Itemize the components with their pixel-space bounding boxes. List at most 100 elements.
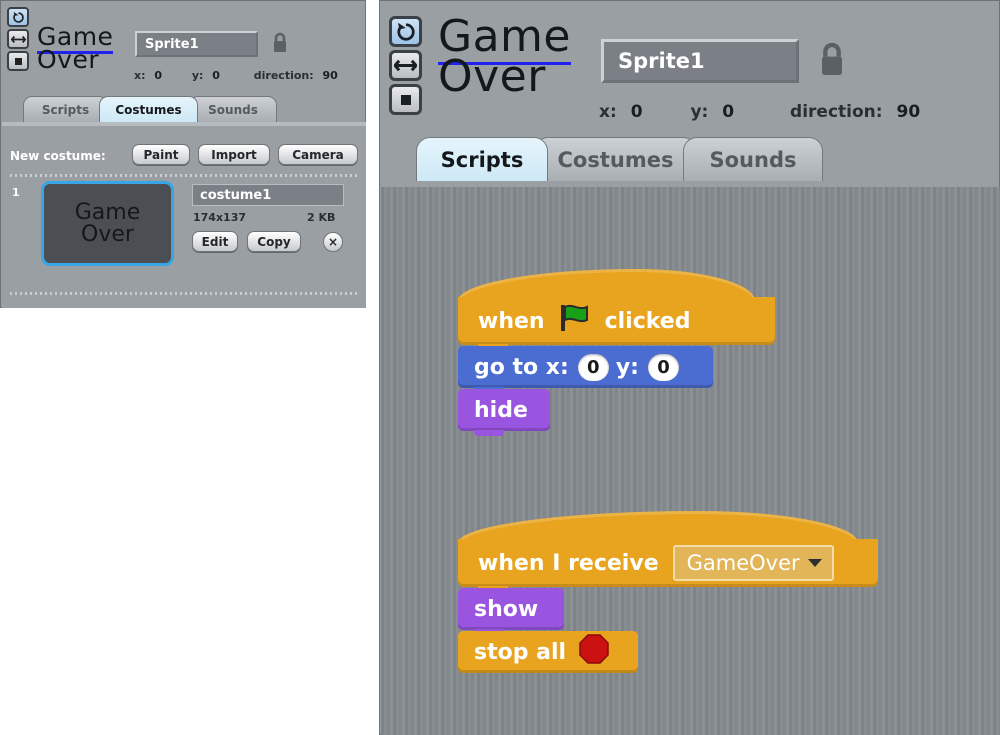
tab-sounds[interactable]: Sounds: [189, 96, 277, 122]
costume-edit-button[interactable]: Edit: [192, 231, 238, 252]
paint-button-label: Paint: [143, 147, 179, 162]
tab-scripts-label: Scripts: [41, 102, 90, 117]
costume-edit-label: Edit: [201, 234, 229, 249]
do-not-rotate-icon[interactable]: [7, 51, 29, 71]
block-label-stop-all: stop all: [474, 639, 567, 665]
block-when-i-receive[interactable]: when I receive GameOver: [458, 511, 878, 592]
costume-list-item[interactable]: 1 Game Over costume1 174x137 2 KB Edit C…: [2, 178, 366, 288]
left-y-value: 0: [212, 69, 220, 82]
block-label-y: y:: [615, 354, 639, 380]
lock-icon[interactable]: [271, 31, 289, 59]
message-dropdown[interactable]: GameOver: [672, 545, 834, 581]
block-label-when: when: [478, 308, 545, 334]
right-direction-value: 90: [896, 102, 921, 122]
costume-name-value: costume1: [200, 187, 272, 203]
left-sprite-name-value: Sprite1: [145, 36, 199, 52]
right-sprite-name-value: Sprite1: [618, 49, 705, 73]
separator-bottom: [10, 292, 358, 295]
close-icon: ×: [327, 235, 339, 249]
stop-sign-icon: [578, 633, 610, 671]
costume-index: 1: [12, 186, 20, 199]
left-rotation-style-group: [7, 7, 29, 71]
go-to-y-input[interactable]: 0: [647, 353, 679, 381]
green-flag-icon: [559, 303, 593, 339]
go-to-y-value: 0: [657, 356, 670, 378]
script-green-flag[interactable]: when clicked go to x: 0 y: 0 hide: [458, 269, 775, 436]
scripts-canvas[interactable]: when clicked go to x: 0 y: 0 hide when I…: [381, 187, 1000, 735]
flip-horizontal-icon[interactable]: [7, 29, 29, 49]
paint-button[interactable]: Paint: [132, 144, 190, 165]
left-tab-bar: Scripts Costumes Sounds: [23, 96, 277, 122]
tab-costumes[interactable]: Costumes: [99, 96, 198, 122]
left-direction-label: direction:: [253, 69, 314, 82]
lock-icon[interactable]: [817, 38, 847, 86]
block-label-go-to: go to x:: [474, 354, 569, 380]
block-label-when-i-receive: when I receive: [478, 550, 659, 576]
right-x-label: x:: [599, 102, 617, 122]
right-y-label: y:: [690, 102, 709, 122]
right-direction-label: direction:: [790, 102, 883, 122]
left-sprite-coords: x: 0 y: 0 direction: 90: [134, 69, 338, 82]
import-button-label: Import: [211, 147, 257, 162]
do-not-rotate-icon[interactable]: [389, 84, 422, 115]
hat-body: when I receive GameOver: [458, 539, 878, 587]
block-label-show: show: [474, 596, 539, 622]
go-to-x-value: 0: [587, 356, 600, 378]
costume-copy-label: Copy: [257, 234, 291, 249]
costume-dimensions: 174x137: [193, 211, 247, 224]
block-label-clicked: clicked: [604, 308, 691, 334]
left-direction-value: 90: [322, 69, 338, 82]
left-x-label: x:: [134, 69, 146, 82]
message-dropdown-value: GameOver: [686, 551, 800, 575]
left-sprite-name-field[interactable]: Sprite1: [135, 31, 258, 57]
separator-top: [10, 174, 358, 177]
tab-sounds[interactable]: Sounds: [683, 137, 823, 181]
block-go-to-xy[interactable]: go to x: 0 y: 0: [458, 346, 713, 393]
camera-button-label: Camera: [292, 147, 344, 162]
rotate-icon[interactable]: [7, 7, 29, 27]
tab-sounds-label: Sounds: [709, 147, 797, 172]
right-sprite-thumbnail: Game Over: [438, 11, 571, 99]
tab-sounds-label: Sounds: [208, 102, 258, 117]
right-sprite-panel: Game Over Sprite1 x: 0 y: 0 direction: 9…: [379, 0, 1000, 735]
right-y-value: 0: [722, 102, 735, 122]
tab-scripts-label: Scripts: [440, 147, 524, 172]
tab-costumes-label: Costumes: [115, 102, 182, 117]
tab-scripts[interactable]: Scripts: [23, 96, 108, 122]
script-when-i-receive[interactable]: when I receive GameOver show stop all: [458, 511, 878, 673]
right-sprite-name-field[interactable]: Sprite1: [601, 39, 799, 83]
block-label-hide: hide: [474, 397, 528, 423]
right-x-value: 0: [630, 102, 643, 122]
left-x-value: 0: [154, 69, 162, 82]
costume-thumb-line1: Game: [74, 199, 141, 225]
right-rotation-style-group: [389, 16, 422, 115]
tab-costumes-label: Costumes: [557, 147, 674, 172]
block-hide[interactable]: hide: [458, 389, 550, 436]
costume-file-size: 2 KB: [307, 211, 336, 224]
costume-copy-button[interactable]: Copy: [247, 231, 301, 252]
costume-delete-button[interactable]: ×: [323, 232, 343, 252]
tab-scripts[interactable]: Scripts: [416, 137, 548, 181]
block-when-flag-clicked[interactable]: when clicked: [458, 269, 775, 350]
hide-bottom-notch: [474, 430, 504, 436]
import-button[interactable]: Import: [198, 144, 270, 165]
right-tab-bar: Scripts Costumes Sounds: [416, 137, 823, 181]
left-sprite-thumbnail: Game Over: [37, 22, 114, 72]
costume-name-field[interactable]: costume1: [192, 184, 344, 206]
camera-button[interactable]: Camera: [278, 144, 358, 165]
rotate-icon[interactable]: [389, 16, 422, 47]
costume-thumbnail[interactable]: Game Over: [41, 181, 174, 266]
chevron-down-icon: [807, 559, 822, 567]
right-sprite-coords: x: 0 y: 0 direction: 90: [599, 102, 920, 122]
left-y-label: y:: [191, 69, 204, 82]
block-show[interactable]: show: [458, 588, 564, 635]
tab-costumes[interactable]: Costumes: [534, 137, 697, 181]
flip-horizontal-icon[interactable]: [389, 50, 422, 81]
new-costume-label: New costume:: [10, 149, 106, 163]
left-costume-list: New costume: Paint Import Camera 1 Game …: [2, 126, 366, 308]
hat-body: when clicked: [458, 297, 775, 345]
costume-thumb-line2: Over: [81, 221, 134, 247]
block-stop-all[interactable]: stop all: [458, 631, 638, 673]
go-to-x-input[interactable]: 0: [577, 353, 609, 381]
left-sprite-panel: Game Over Sprite1 x: 0 y: 0 direction: 9…: [0, 0, 366, 308]
